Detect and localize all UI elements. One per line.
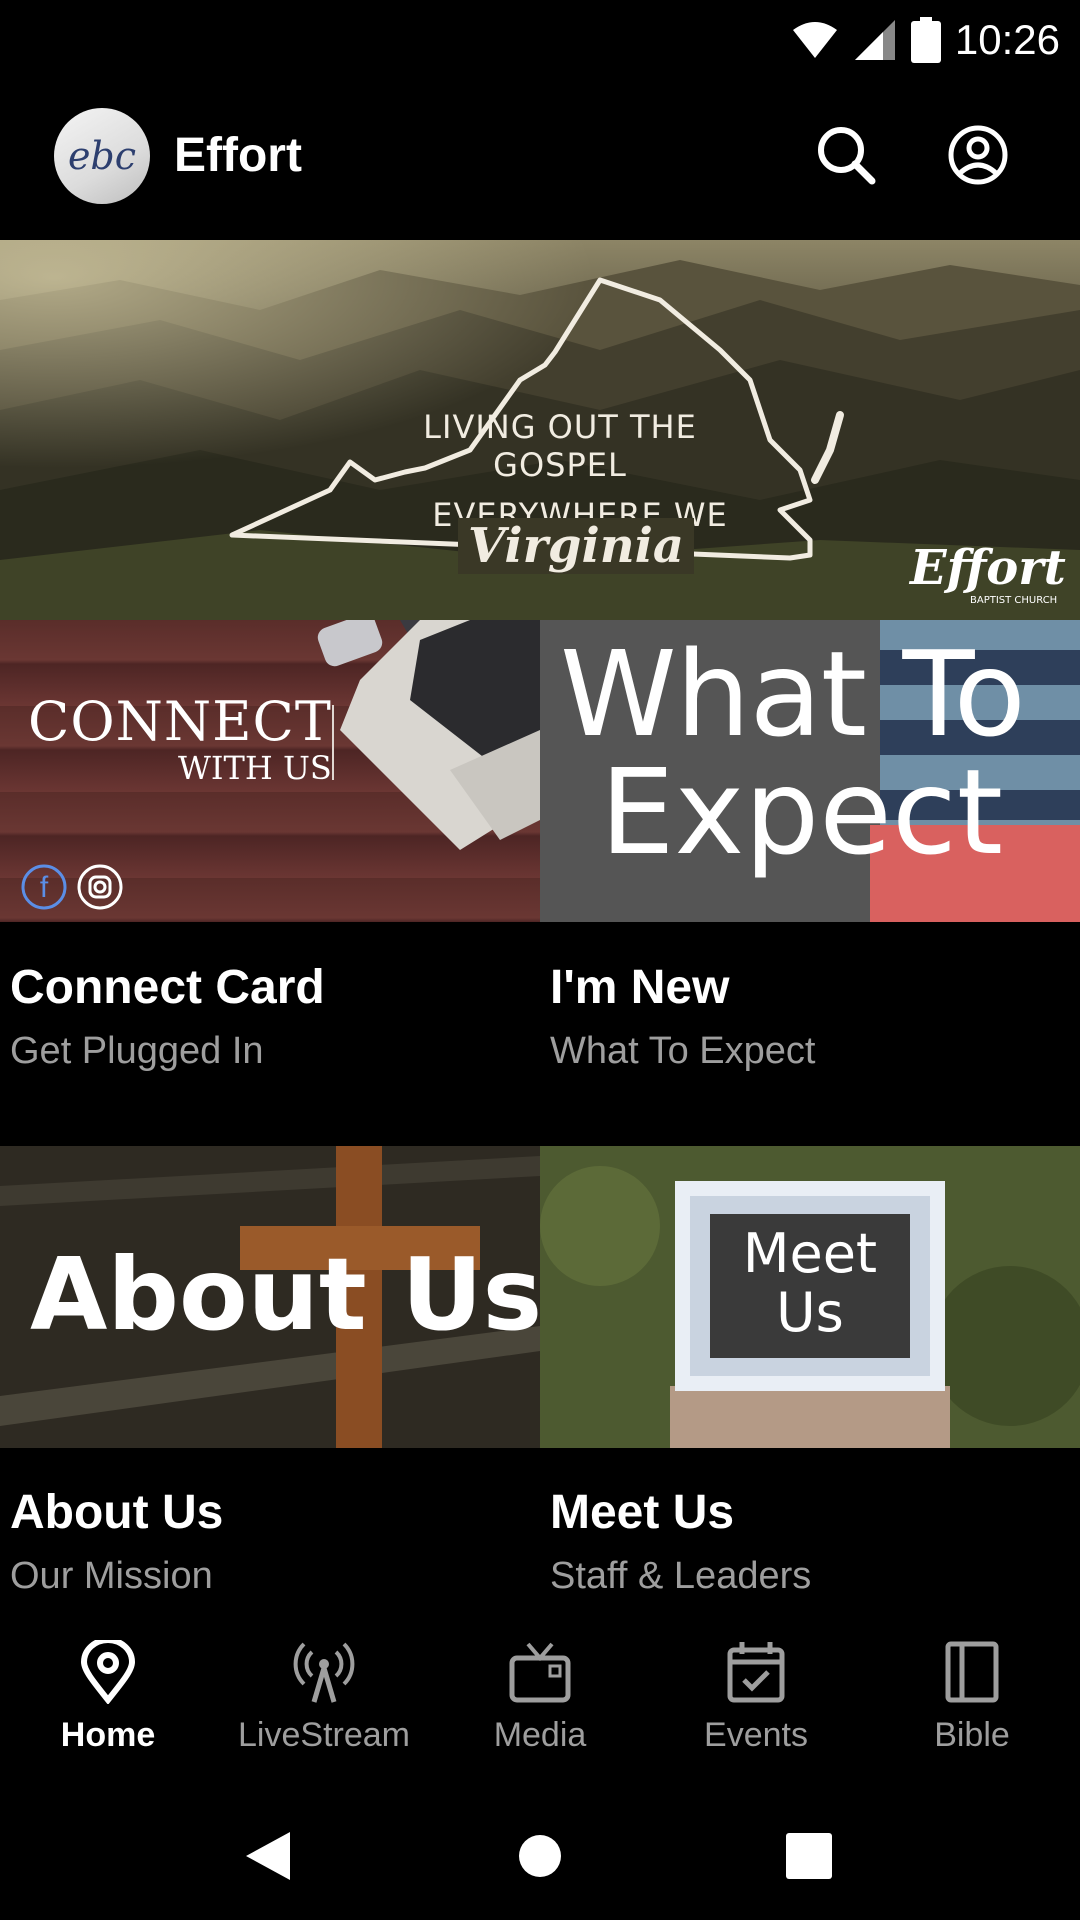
search-button[interactable] xyxy=(806,115,886,195)
wifi-icon xyxy=(792,22,837,58)
svg-text:f: f xyxy=(40,871,49,904)
nav-livestream[interactable]: LiveStream xyxy=(216,1640,432,1770)
facebook-icon: f xyxy=(21,864,67,910)
account-button[interactable] xyxy=(938,115,1018,195)
signal-icon xyxy=(854,20,895,60)
im-new-subtitle: What To Expect xyxy=(550,1030,816,1072)
hero-line1: LIVING OUT THE GOSPEL xyxy=(423,408,697,484)
hero-brand-sub: BAPTIST CHURCH xyxy=(970,595,1058,606)
expect-line1: What To xyxy=(560,625,1026,763)
nav-media[interactable]: Media xyxy=(432,1640,648,1770)
im-new-image[interactable]: What To Expect xyxy=(540,620,1080,922)
back-icon[interactable] xyxy=(244,1830,292,1882)
nav-bible[interactable]: Bible xyxy=(864,1640,1080,1770)
connect-card-title[interactable]: Connect Card xyxy=(10,960,325,1015)
what-to-expect-image-text: What To Expect xyxy=(560,625,1026,881)
search-icon xyxy=(818,127,876,185)
expect-line2: Expect xyxy=(600,743,1004,881)
meet-us-sign: Meet Us xyxy=(710,1214,910,1358)
status-bar: 10:26 xyxy=(0,0,1080,78)
meet-us-image[interactable]: Meet Us xyxy=(540,1146,1080,1448)
bottom-nav: Home LiveStream Media Events Bible xyxy=(0,1620,1080,1790)
app-bar: ebc Effort xyxy=(0,78,1080,240)
connect-card-image[interactable]: CONNECT WITH US f xyxy=(0,620,540,922)
book-icon xyxy=(945,1641,999,1703)
app-title: Effort xyxy=(174,129,302,182)
calendar-check-icon xyxy=(727,1642,785,1703)
hero-banner[interactable]: LIVING OUT THE GOSPEL EVERYWHERE WE GO. … xyxy=(0,240,1080,620)
nav-home-label: Home xyxy=(60,1716,156,1754)
connect-line2: WITH US xyxy=(178,749,332,787)
home-icon[interactable] xyxy=(518,1834,562,1878)
hero-state: Virginia xyxy=(458,518,694,574)
connect-line1: CONNECT xyxy=(28,690,332,753)
connect-image-text: CONNECT WITH US xyxy=(28,690,332,787)
account-circle-icon xyxy=(948,125,1008,185)
system-nav-bar xyxy=(0,1790,1080,1920)
church-logo[interactable]: ebc xyxy=(54,108,150,204)
about-us-title[interactable]: About Us xyxy=(10,1485,223,1540)
broadcast-icon xyxy=(293,1642,355,1703)
nav-events-label: Events xyxy=(704,1716,808,1754)
nav-media-label: Media xyxy=(493,1716,587,1754)
meet-us-title[interactable]: Meet Us xyxy=(550,1485,734,1540)
connect-card-subtitle: Get Plugged In xyxy=(10,1030,264,1072)
nav-livestream-label: LiveStream xyxy=(238,1716,410,1754)
instagram-icon xyxy=(77,864,123,910)
nav-events[interactable]: Events xyxy=(648,1640,864,1770)
nav-home[interactable]: Home xyxy=(0,1640,216,1770)
im-new-title[interactable]: I'm New xyxy=(550,960,729,1015)
about-us-subtitle: Our Mission xyxy=(10,1555,213,1597)
about-us-image[interactable]: About Us xyxy=(0,1146,540,1448)
meet-line1: Meet xyxy=(742,1222,878,1285)
status-time: 10:26 xyxy=(954,16,1060,63)
about-us-image-text: About Us xyxy=(30,1236,540,1353)
status-icons: 10:26 xyxy=(791,10,1060,70)
meet-line2: Us xyxy=(776,1281,844,1345)
meet-us-subtitle: Staff & Leaders xyxy=(550,1555,812,1597)
battery-icon xyxy=(910,17,941,63)
logo-text: ebc xyxy=(67,134,137,178)
nav-bible-label: Bible xyxy=(934,1716,1010,1754)
location-pin-icon xyxy=(80,1640,136,1704)
recents-icon[interactable] xyxy=(786,1833,832,1879)
tv-icon xyxy=(509,1642,571,1703)
hero-brand: Effort xyxy=(910,540,1066,596)
